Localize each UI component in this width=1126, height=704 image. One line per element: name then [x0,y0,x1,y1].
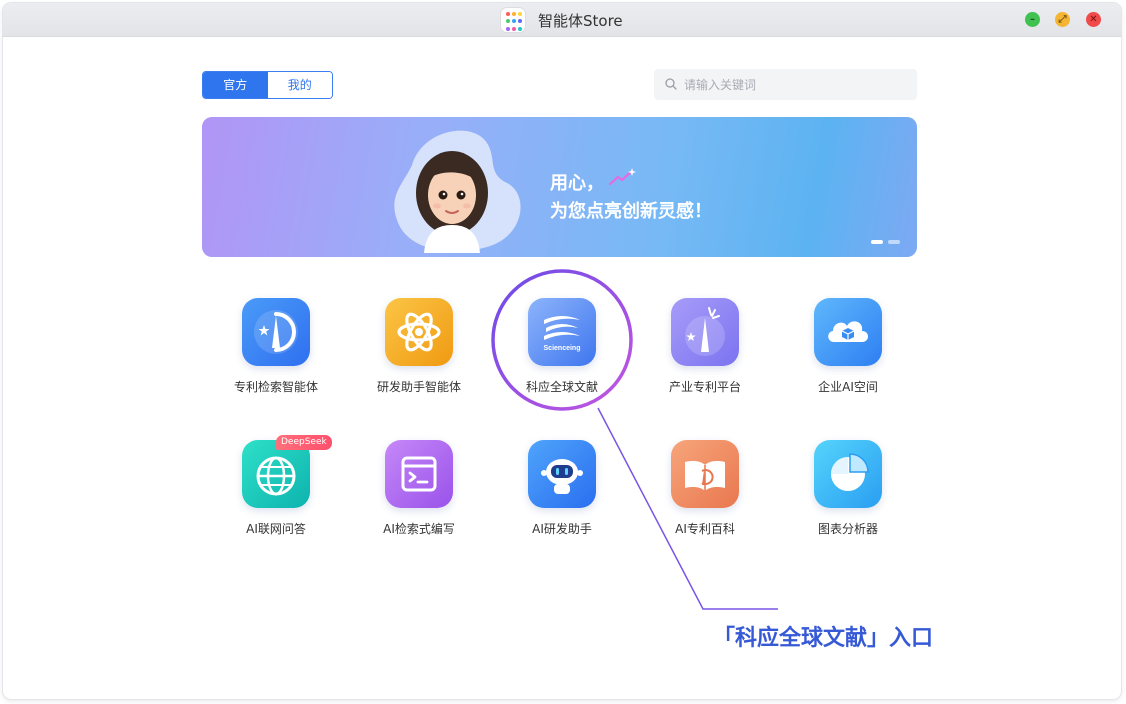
promo-banner[interactable]: 用心， 为您点亮创新灵感！ [202,117,917,257]
app-label: AI联网问答 [246,522,306,536]
title-bar: 智能体Store – ⤢ ✕ [3,3,1121,37]
app-ai-web-qa[interactable]: DeepSeek AI联网问答 [216,435,336,550]
app-enterprise-ai-space[interactable]: 企业AI空间 [788,298,908,408]
tab-official[interactable]: 官方 [203,72,268,98]
source-tabs: 官方 我的 [202,71,333,99]
atom-icon [385,298,453,366]
compass-sparkle-icon [671,298,739,366]
avatar-illustration [394,130,521,253]
app-label: AI检索式编写 [383,522,455,536]
app-label: AI研发助手 [532,522,592,536]
app-sciencing-literature[interactable]: Scienceing 科应全球文献 [502,298,622,408]
app-rd-assistant-agent[interactable]: 研发助手智能体 [359,298,479,408]
banner-subline: 为您点亮创新灵感！ [550,201,712,222]
scienceing-wordmark: Scienceing [543,345,581,352]
app-label: 科应全球文献 [525,380,598,394]
close-button[interactable]: ✕ [1086,12,1101,27]
app-chart-analyzer[interactable]: 图表分析器 [788,440,908,550]
robot-icon [528,440,596,508]
app-patent-search[interactable]: 专利检索智能体 [216,298,336,408]
callout-label: 「科应全球文献」入口 [713,626,934,651]
terminal-window-icon [385,440,453,508]
pie-chart-icon [814,440,882,508]
search-input[interactable] [684,69,909,100]
window-title: 智能体Store [538,12,623,30]
search-icon [665,78,677,90]
minimize-button[interactable]: – [1025,12,1040,27]
banner-headline: 用心， [550,173,604,194]
carousel-dot[interactable] [888,240,900,244]
app-industry-patent-platform[interactable]: 产业专利平台 [645,298,765,408]
compass-star-icon [242,298,310,366]
app-label: AI专利百科 [675,522,735,536]
app-label: 产业专利平台 [668,380,741,394]
carousel-dot-active[interactable] [871,240,883,244]
tab-mine[interactable]: 我的 [267,72,332,98]
app-ai-query-writer[interactable]: AI检索式编写 [359,440,479,550]
app-label: 专利检索智能体 [233,380,318,394]
app-label: 图表分析器 [817,522,878,536]
deepseek-badge: DeepSeek [276,435,332,450]
cloud-cube-icon [814,298,882,366]
sparkle-trend-icon [608,168,636,186]
app-ai-rd-assistant[interactable]: AI研发助手 [502,440,622,550]
globe-icon [242,440,310,508]
app-ai-patent-encyclopedia[interactable]: AI专利百科 [645,440,765,550]
scienceing-icon: Scienceing [528,298,596,366]
app-label: 研发助手智能体 [376,380,461,394]
book-icon [671,440,739,508]
app-grid-icon [501,8,525,32]
search-box [654,69,917,100]
maximize-button[interactable]: ⤢ [1055,12,1070,27]
app-label: 企业AI空间 [818,380,878,394]
